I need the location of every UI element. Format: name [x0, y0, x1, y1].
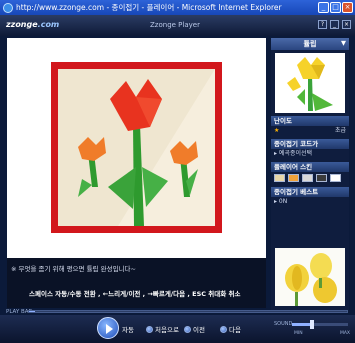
related-dropdown[interactable]: ▸ 예곡종이선택 — [271, 149, 349, 159]
skin-header: 플레이어 스킨 — [271, 162, 349, 172]
volume-slider[interactable] — [292, 320, 348, 329]
player-title: Zzonge Player — [150, 21, 200, 29]
next-label: 다음 — [229, 326, 241, 334]
player-minimize-button[interactable]: _ — [330, 20, 339, 29]
chevron-down-icon: ▼ — [341, 39, 346, 47]
keyboard-help-text: 스페이스 자동/수동 전환 , ←느리게/이전 , →빠르게/다음 , ESC … — [29, 290, 241, 298]
tulip-thumbnail — [275, 53, 345, 113]
player-close-button[interactable]: × — [342, 20, 351, 29]
auto-toggle[interactable]: 자동 — [122, 324, 134, 334]
control-bar: 자동 처음으로 이전 다음 SOUND MIN MAX — [0, 315, 355, 343]
radio-dot-icon — [146, 325, 153, 333]
sound-label: SOUND — [274, 321, 293, 327]
first-label: 처음으로 — [155, 326, 179, 334]
caption-panel: ※ 무엇을 좀기 위해 평으면 튤립 완성입니다~ 스페이스 자동/수동 전환 … — [7, 258, 266, 308]
radio-dot-icon — [184, 325, 191, 333]
sidebar-title: 튤립 — [271, 38, 349, 50]
skin-swatch-1[interactable] — [274, 174, 285, 182]
skin-swatch-3[interactable] — [302, 174, 313, 182]
max-label: MAX — [339, 331, 350, 336]
auto-label: 자동 — [122, 326, 134, 334]
difficulty-row: ★ 초급 — [271, 126, 349, 136]
skin-swatches — [271, 172, 349, 184]
progress-bar[interactable] — [28, 310, 348, 313]
info-sidebar: 튤립 난이도 ★ 초급 종이접기 코드가 ▼ ▸ 예곡종이선택 플레이어 스킨 … — [271, 38, 349, 310]
minimize-button[interactable]: _ — [318, 2, 329, 13]
tulip-picture — [58, 69, 215, 226]
video-area[interactable] — [7, 38, 266, 258]
radio-dot-icon — [220, 325, 227, 333]
instruction-text: ※ 무엇을 좀기 위해 평으면 튤립 완성입니다~ — [11, 265, 136, 273]
skin-swatch-5[interactable] — [330, 174, 341, 182]
related-header: 종이접기 코드가 ▼ — [271, 39, 349, 149]
window-title: http://www.zzonge.com - 종이접기 - 플레이어 - Mi… — [16, 3, 282, 12]
tulip-frame — [51, 62, 222, 233]
difficulty-header: 난이도 — [271, 116, 349, 126]
close-button[interactable]: × — [342, 2, 353, 13]
zzonge-logo: zzonge.com — [6, 20, 60, 29]
ie-icon — [3, 2, 13, 13]
next-button[interactable]: 다음 — [220, 324, 241, 334]
play-button[interactable] — [97, 317, 119, 339]
best-header: 종이접기 베스트 — [271, 187, 349, 197]
min-label: MIN — [294, 331, 303, 336]
difficulty-value: 초급 — [334, 127, 346, 134]
prev-button[interactable]: 이전 — [184, 324, 205, 334]
skin-swatch-4[interactable] — [316, 174, 327, 182]
browser-titlebar: http://www.zzonge.com - 종이접기 - 플레이어 - Mi… — [0, 0, 355, 15]
first-button[interactable]: 처음으로 — [146, 324, 179, 334]
star-icon: ★ — [274, 127, 280, 134]
volume-knob[interactable] — [309, 320, 314, 329]
best-value[interactable]: ▸ 0N — [271, 197, 349, 207]
prev-label: 이전 — [193, 326, 205, 334]
related-label: 종이접기 코드가 — [274, 140, 319, 148]
player-header: zzonge.com Zzonge Player ? _ × — [0, 15, 355, 36]
maximize-button[interactable]: □ — [330, 2, 341, 13]
help-button[interactable]: ? — [318, 20, 327, 29]
skin-swatch-2[interactable] — [288, 174, 299, 182]
yellow-tulip-photo — [275, 248, 345, 306]
